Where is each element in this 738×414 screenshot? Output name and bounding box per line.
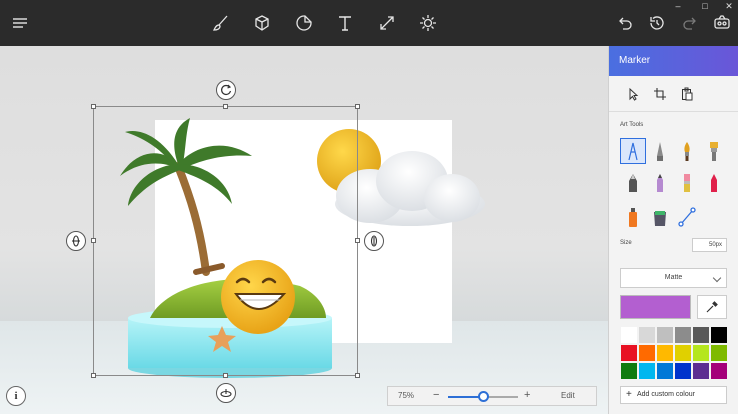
resize-handle-right[interactable] [355,238,360,243]
plus-icon: + [626,389,632,400]
resize-handle-top[interactable] [223,104,228,109]
selection-box[interactable] [93,106,358,376]
watercolour-tool[interactable] [701,138,727,164]
color-swatch[interactable] [674,344,692,362]
history-icon[interactable] [648,14,666,32]
color-swatch[interactable] [692,344,710,362]
mixed-reality-icon[interactable] [713,14,731,32]
zoom-slider[interactable] [448,391,518,402]
line-tool[interactable] [674,204,700,230]
depth-control-icon[interactable] [216,383,236,403]
eyedropper-button[interactable] [697,295,727,319]
color-swatch[interactable] [620,326,638,344]
fill-bucket-tool[interactable] [647,204,673,230]
finish-dropdown[interactable]: Matte [620,268,727,288]
brushes-icon[interactable] [212,14,230,32]
info-button[interactable]: i [6,386,26,406]
finish-value: Matte [664,274,683,281]
color-swatch[interactable] [638,326,656,344]
color-swatch[interactable] [638,362,656,380]
text-icon[interactable] [336,14,354,32]
rotate-z-icon[interactable] [216,80,236,100]
chevron-down-icon [712,273,722,283]
3d-shapes-icon[interactable] [253,14,271,32]
top-toolbar: – □ ✕ [0,0,738,46]
color-swatch[interactable] [674,362,692,380]
oil-brush-tool[interactable] [674,138,700,164]
eyedropper-icon [706,301,718,313]
spray-can-tool[interactable] [620,204,646,230]
canvas-stage[interactable]: i 75% − + Edit [0,46,608,414]
paste-icon[interactable] [680,87,694,101]
marker-tool[interactable] [620,138,646,164]
color-swatch[interactable] [710,344,728,362]
zoom-value: 75% [398,391,415,400]
color-swatch[interactable] [710,362,728,380]
effects-icon[interactable] [419,14,437,32]
color-swatch[interactable] [620,344,638,362]
color-swatch[interactable] [692,326,710,344]
color-swatch[interactable] [692,362,710,380]
zoom-edit-button[interactable]: Edit [561,391,575,400]
rotate-y-icon[interactable] [364,231,384,251]
eraser-tool[interactable] [674,170,700,196]
current-color-swatch[interactable] [620,295,691,319]
resize-handle-bottom-left[interactable] [91,373,96,378]
zoom-out-button[interactable]: − [433,389,439,401]
canvas-icon[interactable] [378,14,396,32]
size-input[interactable]: 50px [692,238,727,252]
pencil-tool[interactable] [647,170,673,196]
hamburger-icon[interactable] [11,14,29,32]
zoom-bar: 75% − + Edit [387,386,597,406]
calligraphy-pen-tool[interactable] [647,138,673,164]
color-swatch[interactable] [656,326,674,344]
undo-icon[interactable] [616,14,634,32]
zoom-slider-thumb[interactable] [477,391,489,402]
minimize-button[interactable]: – [667,0,689,12]
color-swatch[interactable] [656,344,674,362]
redo-icon[interactable] [681,14,699,32]
color-swatch[interactable] [710,326,728,344]
resize-handle-bottom-right[interactable] [355,373,360,378]
add-custom-colour-button[interactable]: + Add custom colour [620,386,727,404]
marker-icon [628,142,638,161]
maximize-button[interactable]: □ [694,0,716,12]
color-swatch[interactable] [638,344,656,362]
zoom-in-button[interactable]: + [524,389,530,401]
crop-icon[interactable] [653,87,667,101]
select-cursor-icon[interactable] [626,87,640,101]
selection-tools [609,76,738,112]
rotate-x-icon[interactable] [66,231,86,251]
color-swatch[interactable] [656,362,674,380]
resize-handle-top-right[interactable] [355,104,360,109]
stickers-icon[interactable] [295,14,313,32]
resize-handle-left[interactable] [91,238,96,243]
color-swatch[interactable] [620,362,638,380]
color-swatch[interactable] [674,326,692,344]
resize-handle-bottom[interactable] [223,373,228,378]
size-label: Size [620,240,632,246]
resize-handle-top-left[interactable] [91,104,96,109]
panel-title: Marker [619,55,651,66]
pixel-pen-tool[interactable] [620,170,646,196]
crayon-tool[interactable] [701,170,727,196]
panel-header: Marker [609,46,738,76]
art-tools-label: Art Tools [620,122,644,128]
color-palette [620,326,728,380]
close-button[interactable]: ✕ [718,0,738,12]
add-custom-colour-label: Add custom colour [637,391,695,398]
